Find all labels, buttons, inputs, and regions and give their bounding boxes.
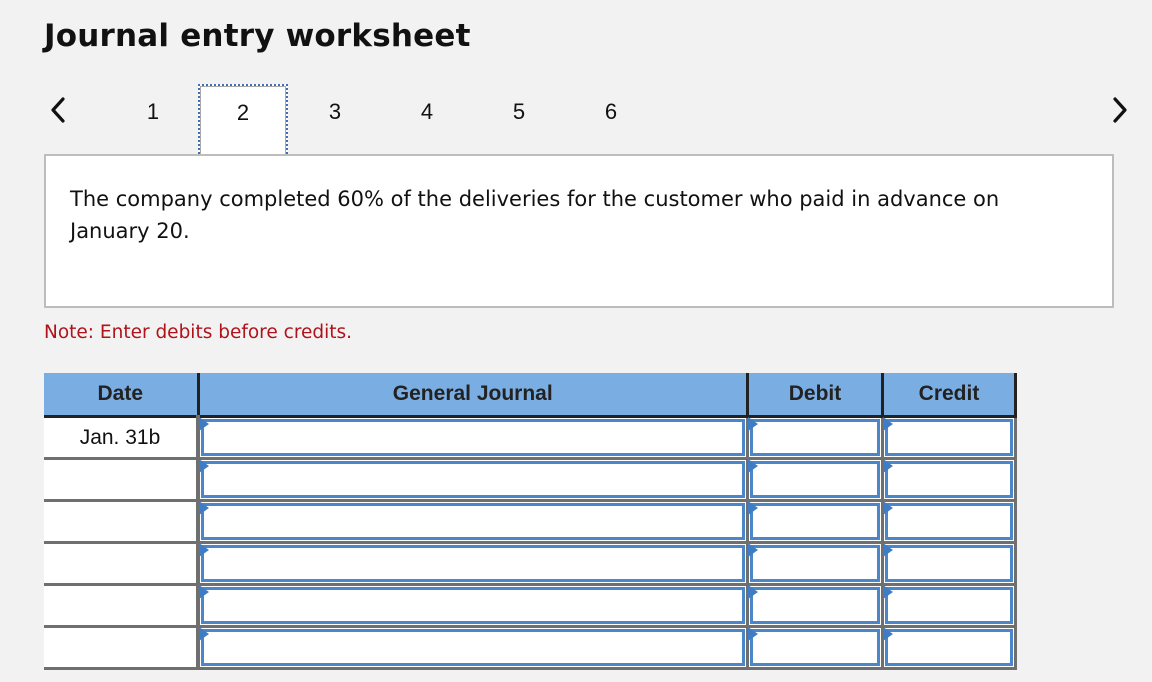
note-text: Note: Enter debits before credits. bbox=[44, 322, 353, 343]
dropdown-flag-icon bbox=[199, 459, 209, 473]
account-cell bbox=[198, 416, 749, 460]
date-cell bbox=[44, 500, 200, 544]
dropdown-flag-icon bbox=[199, 627, 209, 641]
account-cell bbox=[198, 584, 749, 628]
dropdown-flag-icon bbox=[199, 543, 209, 557]
credit-input[interactable] bbox=[885, 419, 1013, 456]
credit-input[interactable] bbox=[885, 587, 1013, 624]
transaction-description-box: The company completed 60% of the deliver… bbox=[44, 154, 1114, 308]
dropdown-flag-icon bbox=[199, 417, 209, 431]
dropdown-flag-icon bbox=[883, 627, 893, 641]
credit-cell bbox=[882, 584, 1017, 628]
debit-cell bbox=[747, 500, 884, 544]
page-title: Journal entry worksheet bbox=[44, 18, 471, 54]
dropdown-flag-icon bbox=[748, 459, 758, 473]
dropdown-flag-icon bbox=[199, 585, 209, 599]
debit-input[interactable] bbox=[750, 587, 880, 624]
debit-input[interactable] bbox=[750, 461, 880, 498]
account-cell bbox=[198, 458, 749, 502]
transaction-description: The company completed 60% of the deliver… bbox=[70, 187, 1000, 243]
credit-input[interactable] bbox=[885, 629, 1013, 666]
journal-row: Jan. 31b bbox=[44, 416, 1017, 460]
date-cell bbox=[44, 584, 200, 628]
journal-row bbox=[44, 626, 1017, 670]
credit-input[interactable] bbox=[885, 545, 1013, 582]
step-3[interactable]: 3 bbox=[290, 84, 380, 156]
journal-row bbox=[44, 542, 1017, 586]
next-button[interactable] bbox=[1108, 94, 1132, 126]
chevron-right-icon bbox=[1113, 97, 1127, 123]
journal-row bbox=[44, 458, 1017, 502]
journal-header-row: Date General Journal Debit Credit bbox=[44, 373, 1017, 418]
date-cell: Jan. 31b bbox=[44, 416, 200, 460]
credit-input[interactable] bbox=[885, 503, 1013, 540]
account-input[interactable] bbox=[201, 461, 745, 498]
dropdown-flag-icon bbox=[883, 501, 893, 515]
journal-row bbox=[44, 500, 1017, 544]
debit-cell bbox=[747, 416, 884, 460]
chevron-left-icon bbox=[51, 97, 65, 123]
column-header-debit: Debit bbox=[746, 373, 883, 418]
credit-input[interactable] bbox=[885, 461, 1013, 498]
dropdown-flag-icon bbox=[748, 501, 758, 515]
date-cell bbox=[44, 542, 200, 586]
credit-cell bbox=[882, 416, 1017, 460]
account-input[interactable] bbox=[201, 587, 745, 624]
account-input[interactable] bbox=[201, 629, 745, 666]
debit-input[interactable] bbox=[750, 545, 880, 582]
dropdown-flag-icon bbox=[199, 501, 209, 515]
dropdown-flag-icon bbox=[883, 417, 893, 431]
account-input[interactable] bbox=[201, 545, 745, 582]
column-header-general-journal: General Journal bbox=[196, 373, 748, 418]
credit-cell bbox=[882, 626, 1017, 670]
debit-cell bbox=[747, 458, 884, 502]
account-cell bbox=[198, 626, 749, 670]
debit-cell bbox=[747, 542, 884, 586]
dropdown-flag-icon bbox=[883, 585, 893, 599]
dropdown-flag-icon bbox=[883, 543, 893, 557]
debit-input[interactable] bbox=[750, 419, 880, 456]
column-header-credit: Credit bbox=[881, 373, 1017, 418]
account-cell bbox=[198, 500, 749, 544]
date-cell bbox=[44, 626, 200, 670]
step-2-active[interactable]: 2 bbox=[198, 84, 288, 158]
dropdown-flag-icon bbox=[748, 543, 758, 557]
account-input[interactable] bbox=[201, 419, 745, 456]
step-6[interactable]: 6 bbox=[566, 84, 656, 156]
journal-table: Date General Journal Debit Credit Jan. 3… bbox=[44, 373, 1017, 670]
column-header-date: Date bbox=[44, 373, 198, 418]
account-cell bbox=[198, 542, 749, 586]
step-1[interactable]: 1 bbox=[108, 84, 198, 156]
credit-cell bbox=[882, 500, 1017, 544]
debit-cell bbox=[747, 626, 884, 670]
date-cell bbox=[44, 458, 200, 502]
credit-cell bbox=[882, 458, 1017, 502]
journal-row bbox=[44, 584, 1017, 628]
step-5[interactable]: 5 bbox=[474, 84, 564, 156]
debit-input[interactable] bbox=[750, 503, 880, 540]
debit-input[interactable] bbox=[750, 629, 880, 666]
debit-cell bbox=[747, 584, 884, 628]
step-4[interactable]: 4 bbox=[382, 84, 472, 156]
dropdown-flag-icon bbox=[748, 417, 758, 431]
credit-cell bbox=[882, 542, 1017, 586]
dropdown-flag-icon bbox=[748, 585, 758, 599]
previous-button[interactable] bbox=[46, 94, 70, 126]
account-input[interactable] bbox=[201, 503, 745, 540]
dropdown-flag-icon bbox=[748, 627, 758, 641]
dropdown-flag-icon bbox=[883, 459, 893, 473]
